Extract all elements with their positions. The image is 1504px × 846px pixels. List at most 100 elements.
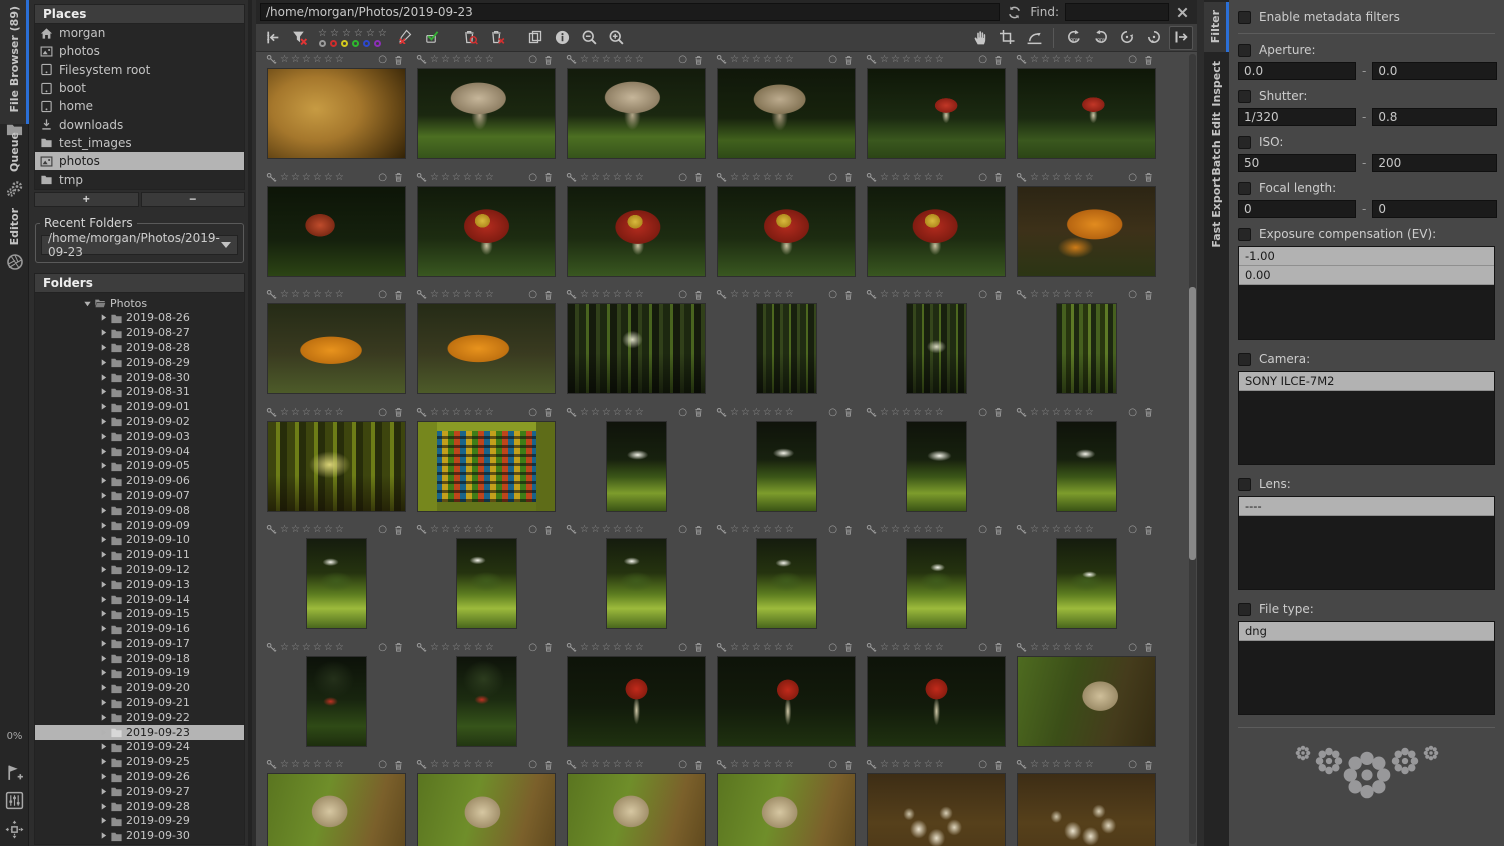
- color-label-icon[interactable]: ○: [378, 759, 387, 770]
- photo-thumbnail[interactable]: [867, 68, 1006, 159]
- tree-expander-icon[interactable]: [99, 535, 108, 544]
- recent-folders-select[interactable]: /home/morgan/Photos/2019-09-23: [41, 235, 238, 255]
- trash-icon[interactable]: [543, 406, 554, 418]
- trash-icon[interactable]: [993, 54, 1004, 66]
- rating-stars[interactable]: ☆☆☆☆☆☆: [1030, 759, 1096, 770]
- lens-checkbox[interactable]: [1238, 478, 1251, 491]
- rating-stars[interactable]: ☆☆☆☆☆☆: [1030, 289, 1096, 300]
- photo-thumbnail[interactable]: [606, 538, 667, 629]
- rating-stars[interactable]: ☆☆☆☆☆☆: [730, 642, 796, 653]
- rating-stars[interactable]: ☆☆☆☆☆☆: [730, 407, 796, 418]
- iso-from-input[interactable]: [1238, 154, 1356, 172]
- flip-vertical-button[interactable]: [1115, 26, 1139, 50]
- rating-stars[interactable]: ☆☆☆☆☆☆: [280, 407, 346, 418]
- trash-icon[interactable]: [1143, 54, 1154, 66]
- rating-stars[interactable]: ☆☆☆☆☆☆: [430, 642, 496, 653]
- move-resize-icon[interactable]: [0, 820, 29, 839]
- trash-icon[interactable]: [693, 289, 704, 301]
- tab-editor[interactable]: Editor: [0, 204, 29, 280]
- rating-stars[interactable]: ☆☆☆☆☆☆: [880, 759, 946, 770]
- color-label-icon[interactable]: ○: [828, 407, 837, 418]
- folder-row-2019-09-23[interactable]: 2019-09-23: [35, 725, 244, 740]
- trash-icon[interactable]: [993, 759, 1004, 771]
- enable-metadata-filters-checkbox[interactable]: [1238, 11, 1251, 24]
- tree-expander-icon[interactable]: [99, 668, 108, 677]
- trash-icon[interactable]: [1143, 524, 1154, 536]
- rating-stars[interactable]: ☆☆☆☆☆☆: [1030, 172, 1096, 183]
- color-label-icon[interactable]: ○: [1128, 524, 1137, 535]
- flag-add-icon[interactable]: [0, 763, 29, 782]
- folder-row-2019-09-25[interactable]: 2019-09-25: [35, 754, 244, 769]
- photo-thumbnail[interactable]: [1017, 773, 1156, 846]
- color-label-icon[interactable]: ○: [978, 642, 987, 653]
- rating-stars[interactable]: ☆☆☆☆☆☆: [580, 407, 646, 418]
- tab-filter[interactable]: Filter: [1204, 2, 1229, 52]
- tree-expander-icon[interactable]: [99, 358, 108, 367]
- photo-thumbnail[interactable]: [1017, 186, 1156, 277]
- rating-stars[interactable]: ☆☆☆☆☆☆: [880, 642, 946, 653]
- rating-stars[interactable]: ☆☆☆☆☆☆: [1030, 407, 1096, 418]
- tree-expander-icon[interactable]: [99, 313, 108, 322]
- photo-thumbnail[interactable]: [906, 421, 967, 512]
- star-filter-icon[interactable]: ☆: [342, 29, 351, 39]
- photo-thumbnail[interactable]: [867, 656, 1006, 747]
- color-label-icon[interactable]: ○: [378, 172, 387, 183]
- aperture-checkbox[interactable]: [1238, 44, 1251, 57]
- folder-row-2019-09-10[interactable]: 2019-09-10: [35, 532, 244, 547]
- trash-icon[interactable]: [393, 289, 404, 301]
- color-label-icon[interactable]: ○: [978, 172, 987, 183]
- folder-row-2019-09-18[interactable]: 2019-09-18: [35, 651, 244, 666]
- photo-thumbnail[interactable]: [717, 68, 856, 159]
- focal-length-to-input[interactable]: [1372, 200, 1497, 218]
- rating-stars[interactable]: ☆☆☆☆☆☆: [730, 172, 796, 183]
- tree-expander-icon[interactable]: [99, 683, 108, 692]
- photo-thumbnail[interactable]: [1017, 68, 1156, 159]
- trash-icon[interactable]: [993, 171, 1004, 183]
- photo-thumbnail[interactable]: [417, 68, 556, 159]
- rating-stars[interactable]: ☆☆☆☆☆☆: [280, 289, 346, 300]
- tree-expander-icon[interactable]: [99, 373, 108, 382]
- photo-thumbnail[interactable]: [567, 773, 706, 846]
- color-label-icon[interactable]: ○: [528, 407, 537, 418]
- exposure-compensation-ev-checkbox[interactable]: [1238, 228, 1251, 241]
- photo-thumbnail[interactable]: [606, 421, 667, 512]
- tree-expander-icon[interactable]: [99, 565, 108, 574]
- folder-row-2019-09-15[interactable]: 2019-09-15: [35, 606, 244, 621]
- photo-thumbnail[interactable]: [867, 773, 1006, 846]
- photo-thumbnail[interactable]: [267, 421, 406, 512]
- color-label-icon[interactable]: ○: [528, 289, 537, 300]
- toggle-right-panel-button[interactable]: [1169, 26, 1193, 50]
- iso-checkbox[interactable]: [1238, 136, 1251, 149]
- lens-list[interactable]: ----: [1238, 496, 1495, 590]
- place-item-filesystem-root[interactable]: Filesystem root: [35, 61, 244, 79]
- trash-icon[interactable]: [393, 759, 404, 771]
- folder-row-2019-09-04[interactable]: 2019-09-04: [35, 444, 244, 459]
- photo-thumbnail[interactable]: [906, 303, 967, 394]
- star-filter-icon[interactable]: ☆: [378, 29, 387, 39]
- tree-expander-icon[interactable]: [99, 491, 108, 500]
- photo-thumbnail[interactable]: [306, 656, 367, 747]
- star-filter-icon[interactable]: ☆: [318, 29, 327, 39]
- folder-row-2019-09-22[interactable]: 2019-09-22: [35, 710, 244, 725]
- trash-icon[interactable]: [543, 171, 554, 183]
- rating-stars[interactable]: ☆☆☆☆☆☆: [580, 642, 646, 653]
- rating-stars[interactable]: ☆☆☆☆☆☆: [280, 759, 346, 770]
- photo-thumbnail[interactable]: [417, 773, 556, 846]
- rotate-left-90-button[interactable]: 90°: [1061, 26, 1085, 50]
- tab-file-browser[interactable]: File Browser (89): [0, 0, 29, 124]
- exposure-compensation-ev-list[interactable]: -1.000.00: [1238, 246, 1495, 340]
- tree-expander-icon[interactable]: [99, 595, 108, 604]
- color-label-icon[interactable]: ○: [378, 407, 387, 418]
- color-label-filter-icon[interactable]: [352, 40, 359, 47]
- folder-row-2019-09-20[interactable]: 2019-09-20: [35, 680, 244, 695]
- photo-thumbnail[interactable]: [267, 303, 406, 394]
- rating-stars[interactable]: ☆☆☆☆☆☆: [430, 172, 496, 183]
- rating-stars[interactable]: ☆☆☆☆☆☆: [280, 54, 346, 65]
- vertical-scrollbar[interactable]: [1189, 54, 1196, 844]
- photo-thumbnail[interactable]: [717, 773, 856, 846]
- color-label-icon[interactable]: ○: [978, 759, 987, 770]
- photo-thumbnail[interactable]: [567, 186, 706, 277]
- rating-stars[interactable]: ☆☆☆☆☆☆: [880, 524, 946, 535]
- color-label-icon[interactable]: ○: [378, 289, 387, 300]
- rating-stars[interactable]: ☆☆☆☆☆☆: [430, 407, 496, 418]
